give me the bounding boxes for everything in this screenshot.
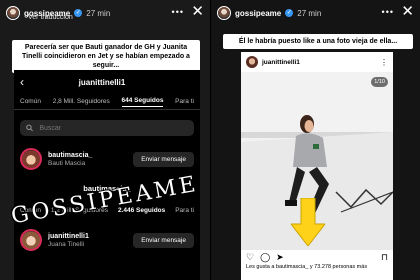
verified-badge-icon: ✓ — [74, 9, 83, 17]
row-username: bautimascia_ — [48, 151, 93, 159]
row-fullname: Juana Tinelli — [48, 240, 85, 248]
likes-text: Les gusta a bautimascia_ y 73.278 person… — [246, 264, 368, 270]
send-message-button[interactable]: Enviar mensaje — [133, 151, 194, 167]
bookmark-icon[interactable]: ⊓ — [381, 252, 388, 263]
tab-for-you[interactable]: Para ti — [175, 207, 194, 214]
user-text: bautimascia_ Bauti Mascia — [48, 152, 92, 167]
story-caption: Él le habría puesto like a una foto viej… — [223, 34, 413, 49]
verified-badge-icon: ✓ — [285, 9, 294, 17]
heart-icon[interactable]: ♡ — [246, 252, 254, 263]
tab-followers[interactable]: 2,8 Mill. Seguidores — [53, 98, 110, 105]
close-icon[interactable]: ✕ — [191, 4, 204, 19]
story-time: 27 min — [297, 8, 322, 18]
row-fullname: Bauti Mascia — [48, 159, 86, 167]
arrow-down-icon — [291, 198, 325, 246]
list-item[interactable]: bautimascia_ Bauti Mascia Enviar mensaje — [14, 142, 200, 176]
carousel-counter: 1/10 — [371, 77, 388, 87]
tab-for-you[interactable]: Para ti — [175, 98, 194, 105]
comment-icon[interactable]: ◯ — [260, 252, 270, 263]
translate-link[interactable]: Ver traducción — [28, 14, 73, 21]
story-username[interactable]: gossipeame — [235, 9, 281, 18]
close-icon[interactable]: ✕ — [401, 4, 414, 19]
more-options-icon[interactable]: ⋮ — [380, 58, 388, 67]
avatar[interactable] — [246, 56, 258, 68]
search-bar[interactable] — [20, 120, 194, 136]
user-text: juanittinelli1 Juana Tinelli — [48, 233, 89, 248]
list-item[interactable]: juanittinelli1 Juana Tinelli Enviar mens… — [14, 223, 200, 257]
search-icon — [26, 124, 33, 132]
more-options-icon[interactable]: ••• — [172, 7, 184, 17]
avatar[interactable] — [20, 229, 42, 251]
back-arrow-icon[interactable]: ‹ — [20, 75, 24, 89]
tab-following[interactable]: 644 Seguidos — [121, 97, 164, 107]
profile-username: juanittinelli1 — [78, 77, 126, 87]
send-message-button[interactable]: Enviar mensaje — [133, 232, 194, 248]
post-actions: ♡ ◯ ➤ ⊓ — [241, 250, 393, 264]
avatar[interactable] — [217, 6, 231, 20]
share-icon[interactable]: ➤ — [276, 252, 284, 263]
avatar[interactable] — [20, 148, 42, 170]
left-story-panel: gossipeame ✓ 27 min Ver traducción ••• ✕… — [0, 0, 210, 280]
avatar[interactable] — [6, 6, 20, 20]
right-story-panel: gossipeame ✓ 27 min ••• ✕ Él le habría p… — [210, 0, 420, 280]
post-header: juanittinelli1 ⋮ — [241, 52, 393, 72]
story-caption: Parecería ser que Bauti ganador de GH y … — [12, 40, 200, 73]
profile-header: ‹ juanittinelli1 — [14, 70, 200, 94]
search-input[interactable] — [39, 124, 188, 132]
post-username[interactable]: juanittinelli1 — [262, 59, 300, 66]
row-username: juanittinelli1 — [48, 232, 89, 240]
story-time: 27 min — [86, 8, 111, 18]
tab-common[interactable]: Común — [20, 98, 41, 105]
follow-tabs: Común 2,8 Mill. Seguidores 644 Seguidos … — [14, 94, 200, 110]
more-options-icon[interactable]: ••• — [382, 7, 394, 17]
